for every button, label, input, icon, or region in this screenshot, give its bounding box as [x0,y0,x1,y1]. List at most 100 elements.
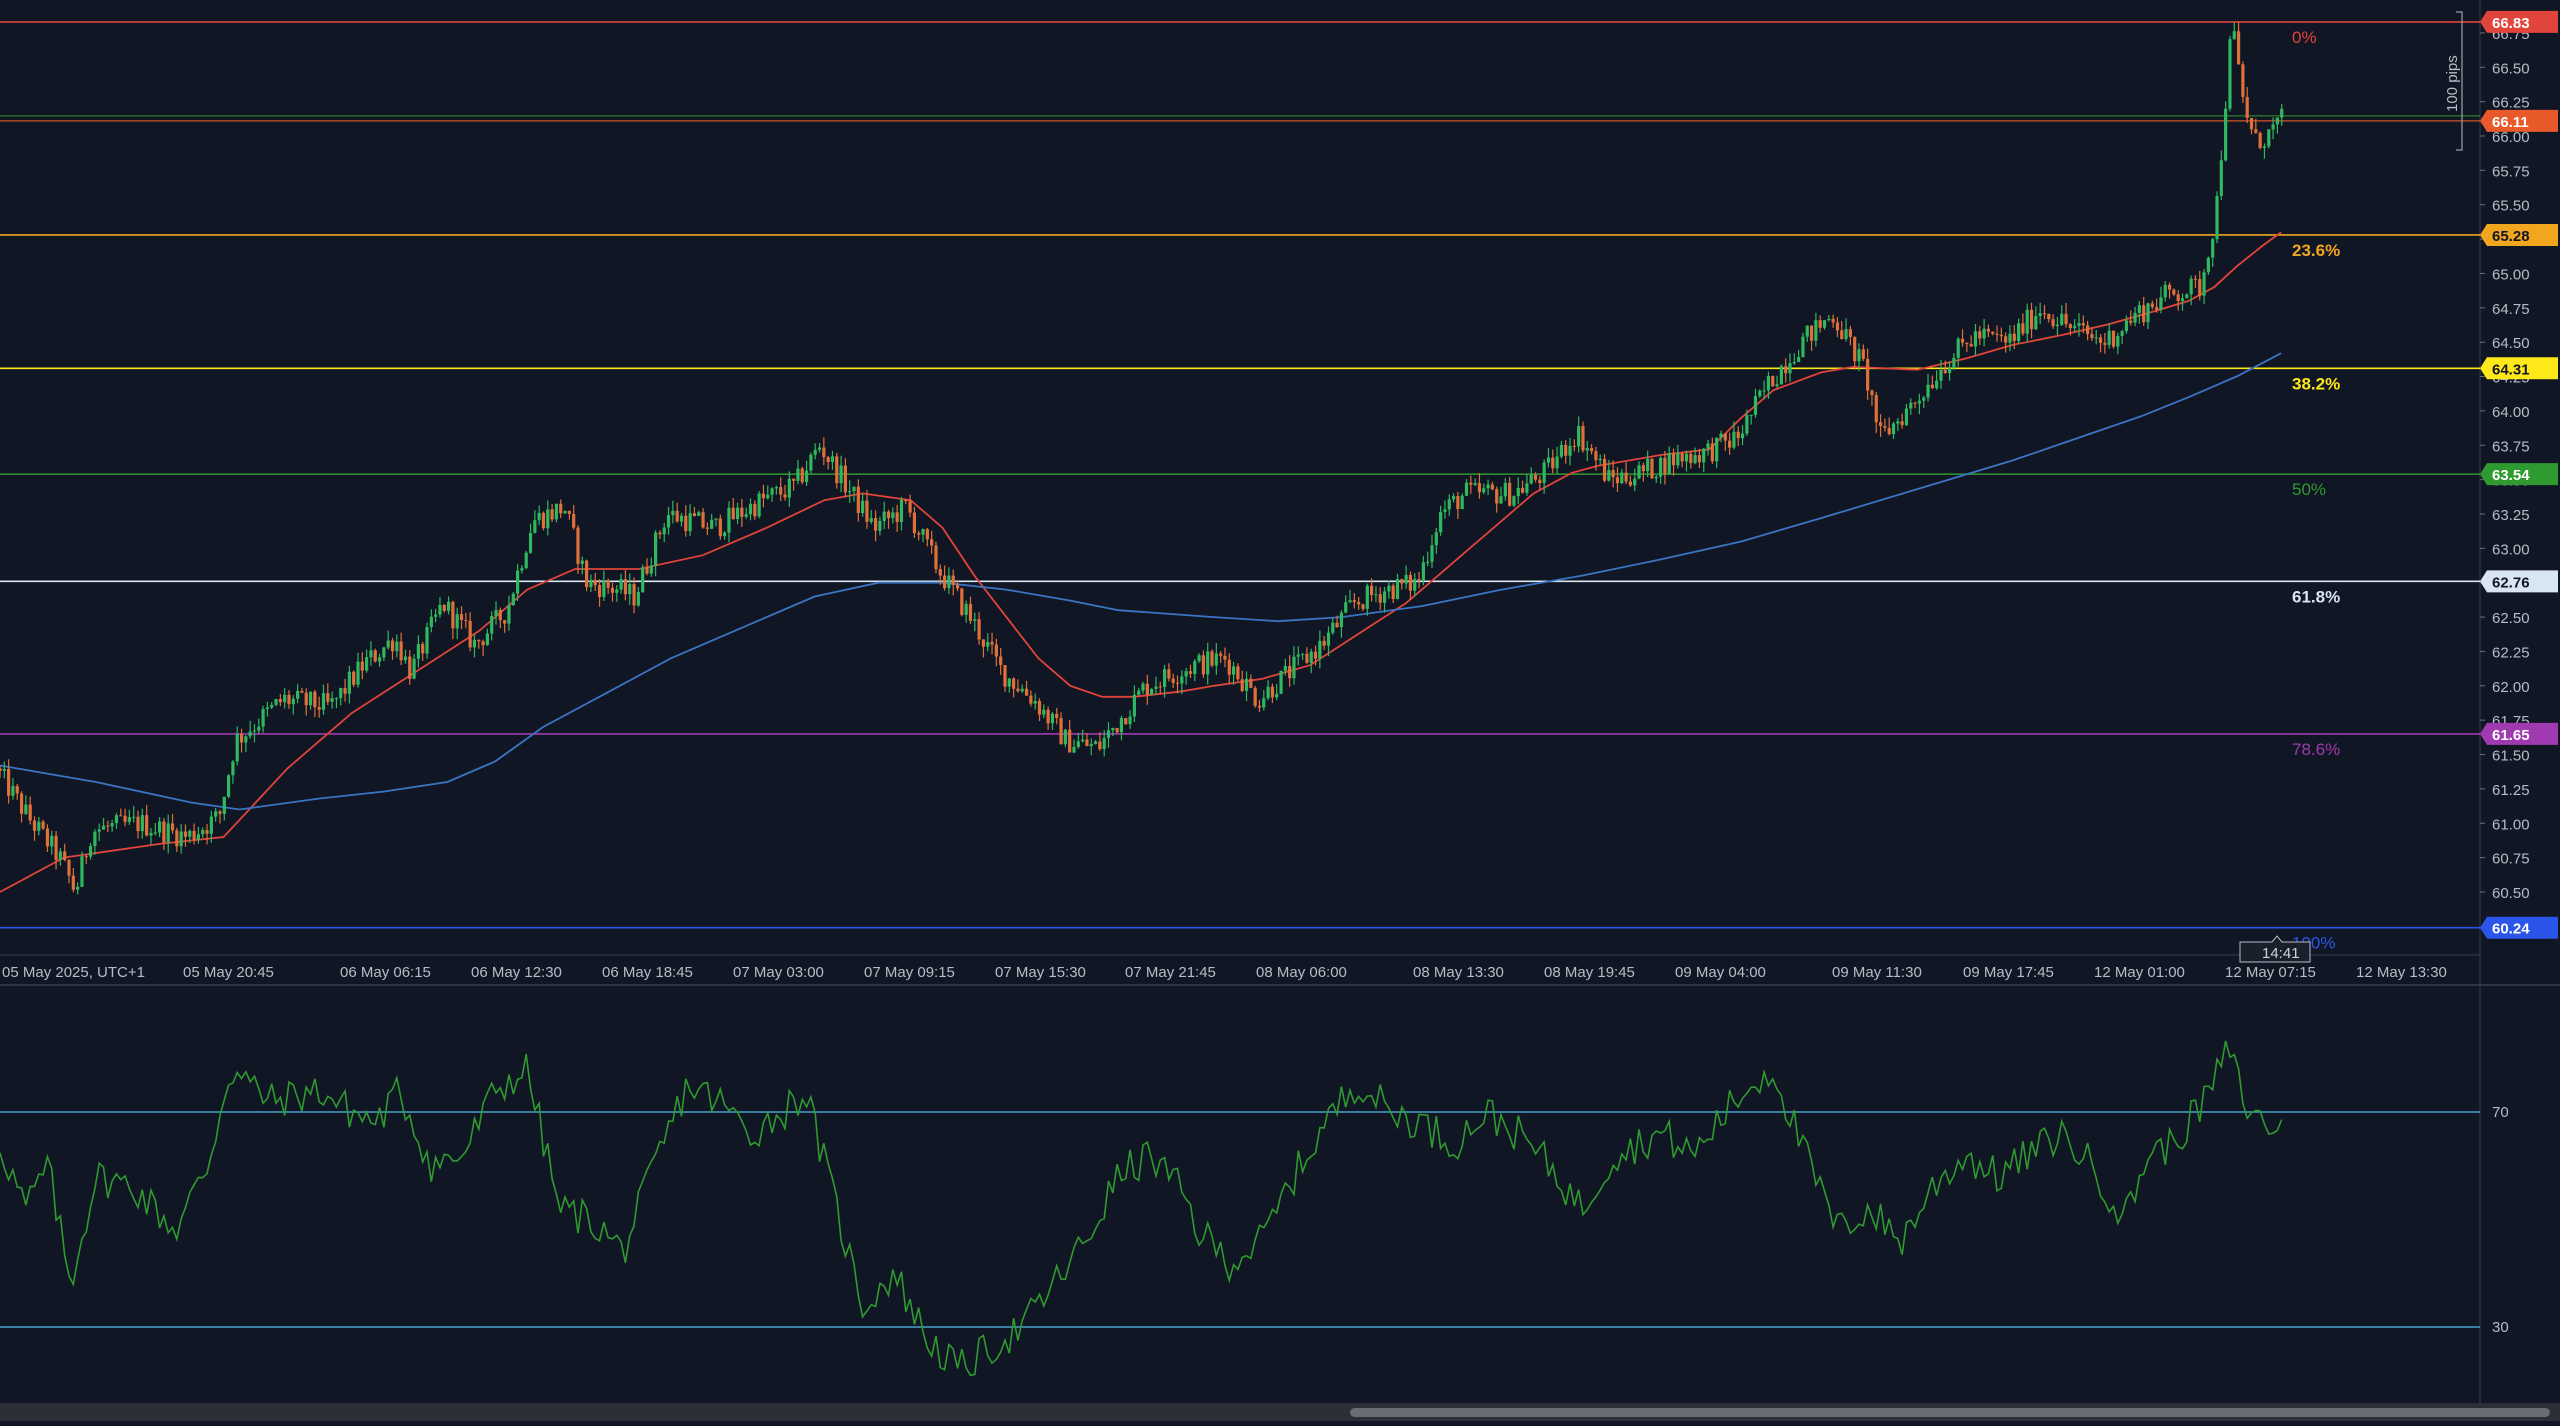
candle [585,559,589,592]
candle [1249,674,1253,689]
candle [865,490,869,529]
candle [1357,596,1361,610]
candle [464,612,468,629]
scrollbar-thumb[interactable] [1350,1408,2550,1417]
candle [1361,603,1365,612]
candle [283,687,287,709]
candle [1003,665,1007,692]
candle [572,505,576,530]
chart-canvas[interactable]: 0%23.6%38.2%50%61.8%78.6%100% 60.5060.75… [0,0,2560,1421]
candle [1753,388,1758,418]
candle [114,813,119,829]
candle [1167,663,1171,682]
candle [1555,446,1559,474]
candle [1305,647,1309,664]
candle [1404,565,1408,589]
candle [589,574,593,593]
candle [1400,578,1404,590]
candle [1788,353,1792,382]
candle [257,718,261,734]
candle [149,827,153,845]
candle [908,494,912,518]
candle [654,530,658,577]
candle [1520,480,1525,494]
candle [88,842,93,860]
candle [93,829,97,855]
candle [1046,706,1050,730]
candle [1874,392,1878,434]
candle [684,505,688,537]
candle [662,523,666,543]
candle [692,506,697,517]
candle [472,634,477,658]
candle [1965,342,1969,353]
candle [1318,630,1322,669]
candle [1935,370,1939,391]
trading-chart[interactable]: 0% 23.6% 38.2% 50% 61.8% 78.6% 100% 60.50 60.75… [0,0,2560,1421]
candle [2098,334,2103,353]
candle [1797,349,1801,363]
candle [2193,275,2198,288]
candle [576,525,580,574]
time-tick-label: 05 May 20:45 [183,964,274,981]
candle [947,567,951,595]
candle [714,518,718,527]
candle [218,809,222,824]
candle [848,480,852,503]
candle [183,824,188,847]
candle [37,817,41,836]
candle [813,443,817,460]
candle [2034,306,2038,330]
candle [1240,670,1244,693]
candle [28,796,32,825]
candle [334,697,339,709]
candle [1473,478,1477,487]
candle [1602,454,1607,483]
candle [1033,693,1037,710]
fib-level-label: 78.6% [2292,740,2340,759]
candle [1464,479,1469,497]
candle [524,550,528,570]
candle [1848,325,1852,346]
candle [1188,664,1193,679]
candle [1115,727,1119,734]
candle [1853,336,1857,370]
candle [697,510,701,517]
candle [313,689,317,717]
candle [602,570,606,602]
candle [960,587,964,617]
time-tick-label: 09 May 11:30 [1832,964,1922,981]
candle [1288,655,1292,687]
candle [1137,687,1141,696]
candle [1382,586,1387,613]
candle [701,508,705,529]
price-tick-label: 64.50 [2492,335,2530,352]
range-label: 100 pips [2444,55,2461,112]
candle [330,691,334,709]
candle [2064,302,2068,328]
price-badge-label: 64.31 [2492,361,2530,378]
candle [1093,740,1098,745]
candle [1257,699,1262,713]
horizontal-scrollbar[interactable] [0,1403,2560,1421]
candle [145,804,149,837]
candle [1577,416,1581,453]
candle [554,503,559,523]
candle [843,458,847,498]
candle [507,595,511,631]
candle [679,512,684,527]
candle [731,498,735,520]
candle [2111,330,2116,349]
candle [830,450,835,470]
candle [1145,674,1149,705]
candle [606,578,610,594]
candle [1710,437,1714,464]
candle [382,646,386,661]
candle [1408,571,1413,601]
fib-level-label: 61.8% [2292,587,2340,606]
candle [930,530,934,555]
candle [1585,440,1589,462]
candle [2150,300,2154,310]
candle [1059,712,1063,745]
candle [1266,680,1270,701]
